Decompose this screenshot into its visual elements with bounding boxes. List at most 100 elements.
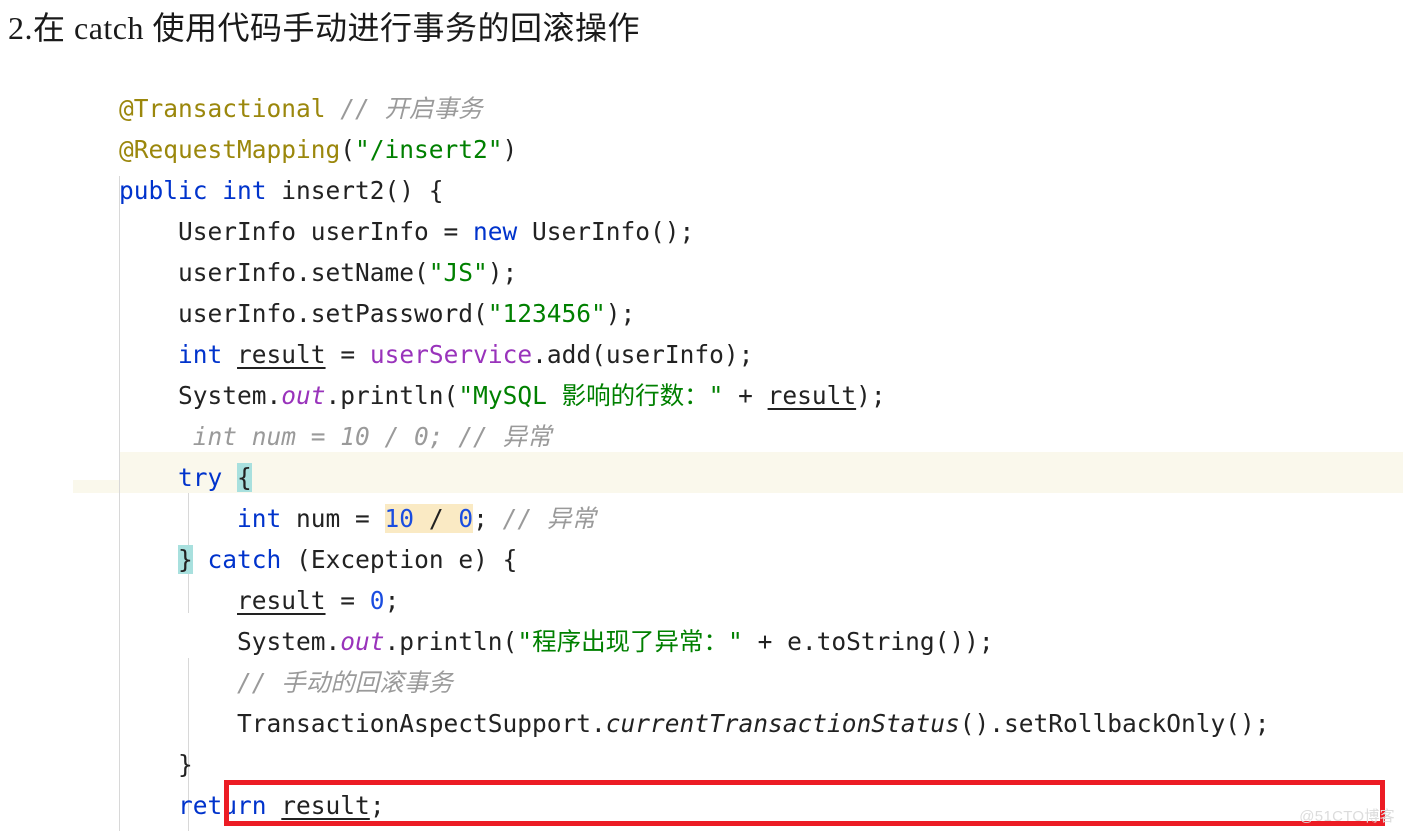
code-token: int num = 10 / 0; // 异常 xyxy=(192,422,552,451)
code-token: } xyxy=(178,545,193,574)
code-line[interactable]: result = 0; xyxy=(0,580,1403,621)
code-token: result xyxy=(767,381,857,410)
code-token: try xyxy=(178,463,223,492)
code-token: System. xyxy=(237,627,341,656)
code-token: "123456" xyxy=(487,299,606,328)
code-token: ( xyxy=(340,135,356,164)
code-token: int xyxy=(222,176,267,205)
code-line[interactable]: int num = 10 / 0; // 异常 xyxy=(0,416,1403,457)
code-token xyxy=(414,504,429,533)
code-token: new xyxy=(473,217,518,246)
code-token: // 开启事务 xyxy=(340,94,483,123)
code-token: 0 xyxy=(458,504,474,533)
code-token: } xyxy=(178,750,193,779)
code-token: userInfo.setPassword( xyxy=(178,299,488,328)
code-token: // 异常 xyxy=(502,504,596,533)
code-token: ; xyxy=(384,586,400,615)
code-token: / xyxy=(428,504,444,533)
code-token: num = xyxy=(281,504,385,533)
code-token: 10 xyxy=(384,504,415,533)
code-token: userInfo.setName( xyxy=(178,258,429,287)
code-token: TransactionAspectSupport. xyxy=(237,709,606,738)
code-token xyxy=(443,504,459,533)
code-token: out xyxy=(340,627,385,656)
code-token: ().setRollbackOnly(); xyxy=(959,709,1270,738)
code-line[interactable]: try { xyxy=(0,457,1403,498)
code-token: ) xyxy=(502,135,518,164)
code-token: ); xyxy=(605,299,636,328)
code-token: insert2() { xyxy=(266,176,444,205)
code-line[interactable]: System.out.println("程序出现了异常：" + e.toStri… xyxy=(0,621,1403,662)
code-token: @RequestMapping xyxy=(119,135,341,164)
code-token: ); xyxy=(487,258,518,287)
code-line[interactable]: } catch (Exception e) { xyxy=(0,539,1403,580)
code-token: ); xyxy=(856,381,886,410)
code-token: .add(userInfo); xyxy=(532,340,754,369)
code-token: userService xyxy=(369,340,533,369)
watermark: @51CTO博客 xyxy=(1299,808,1395,825)
code-token: out xyxy=(281,381,326,410)
code-token: .println( xyxy=(384,627,518,656)
code-line[interactable]: int num = 10 / 0; // 异常 xyxy=(0,498,1403,539)
code-token: + xyxy=(723,381,768,410)
code-token: "MySQL 影响的行数：" xyxy=(458,381,724,410)
code-token: (Exception e) { xyxy=(281,545,518,574)
code-token: // 手动的回滚事务 xyxy=(237,668,453,697)
code-line[interactable]: TransactionAspectSupport.currentTransact… xyxy=(0,703,1403,744)
code-token: return xyxy=(178,791,267,820)
code-token: int xyxy=(178,340,223,369)
code-token: currentTransactionStatus xyxy=(605,709,960,738)
code-line[interactable]: @RequestMapping("/insert2") xyxy=(0,129,1403,170)
code-token: 0 xyxy=(369,586,385,615)
code-token: result xyxy=(281,791,370,820)
code-line[interactable]: userInfo.setPassword("123456"); xyxy=(0,293,1403,334)
code-token: public xyxy=(119,176,208,205)
code-token: @Transactional xyxy=(119,94,326,123)
code-line[interactable]: userInfo.setName("JS"); xyxy=(0,252,1403,293)
page-title: 2.在 catch 使用代码手动进行事务的回滚操作 xyxy=(8,10,641,46)
code-token: .println( xyxy=(325,381,459,410)
code-token: "程序出现了异常：" xyxy=(517,627,743,656)
code-line[interactable]: @Transactional // 开启事务 xyxy=(0,88,1403,129)
code-token: { xyxy=(237,463,252,492)
code-token: ; xyxy=(369,791,385,820)
code-line[interactable]: int result = userService.add(userInfo); xyxy=(0,334,1403,375)
code-token: = xyxy=(325,340,370,369)
code-token: result xyxy=(237,586,326,615)
code-token: "JS" xyxy=(428,258,488,287)
code-token: "/insert2" xyxy=(355,135,503,164)
code-line[interactable]: System.out.println("MySQL 影响的行数：" + resu… xyxy=(0,375,1403,416)
code-token: catch xyxy=(207,545,282,574)
code-line[interactable]: } xyxy=(0,744,1403,785)
code-editor[interactable]: @Transactional // 开启事务 @RequestMapping("/… xyxy=(0,80,1403,831)
code-line[interactable]: // 手动的回滚事务 xyxy=(0,662,1403,703)
code-token: + e.toString()); xyxy=(742,627,994,656)
code-token: int xyxy=(237,504,282,533)
code-line[interactable]: public int insert2() { xyxy=(0,170,1403,211)
code-line[interactable]: UserInfo userInfo = new UserInfo(); xyxy=(0,211,1403,252)
code-token: result xyxy=(237,340,326,369)
code-token: = xyxy=(325,586,370,615)
code-token: ; xyxy=(473,504,503,533)
code-line[interactable]: return result; xyxy=(0,785,1403,826)
